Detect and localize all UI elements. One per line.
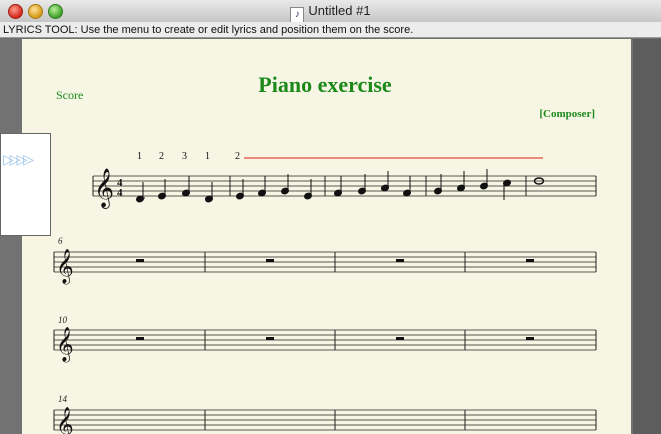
fingering-4[interactable]: 1 (205, 151, 210, 162)
time-sig-bottom: 4 (117, 187, 123, 199)
measure-number-6: 6 (58, 236, 63, 246)
treble-clef-icon: 𝄞 (56, 407, 74, 434)
treble-clef-icon: 𝄞 (56, 327, 74, 363)
fingering-2[interactable]: 2 (159, 151, 164, 162)
staff-system-3[interactable]: 10 𝄞 (53, 315, 597, 363)
playback-panel[interactable]: ▷▷▷▷ (0, 133, 51, 236)
measure-number-14: 14 (58, 394, 68, 404)
score-staves: 1 2 3 1 2 𝄞 4 4 6 𝄞 10 𝄞 14 𝄞 (53, 151, 597, 434)
staff-system-1[interactable]: 𝄞 4 4 (92, 168, 597, 209)
measure-number-10: 10 (58, 315, 68, 325)
staff-system-2[interactable]: 6 𝄞 (53, 236, 597, 285)
fingering-3[interactable]: 3 (182, 151, 187, 162)
fingering-1[interactable]: 1 (137, 151, 142, 162)
treble-clef-icon: 𝄞 (94, 168, 114, 209)
fingering-5[interactable]: 2 (235, 151, 240, 162)
staff-system-4[interactable]: 14 𝄞 (53, 394, 597, 434)
play-arrows-icon[interactable]: ▷▷▷▷ (3, 151, 34, 168)
treble-clef-icon: 𝄞 (56, 249, 74, 285)
